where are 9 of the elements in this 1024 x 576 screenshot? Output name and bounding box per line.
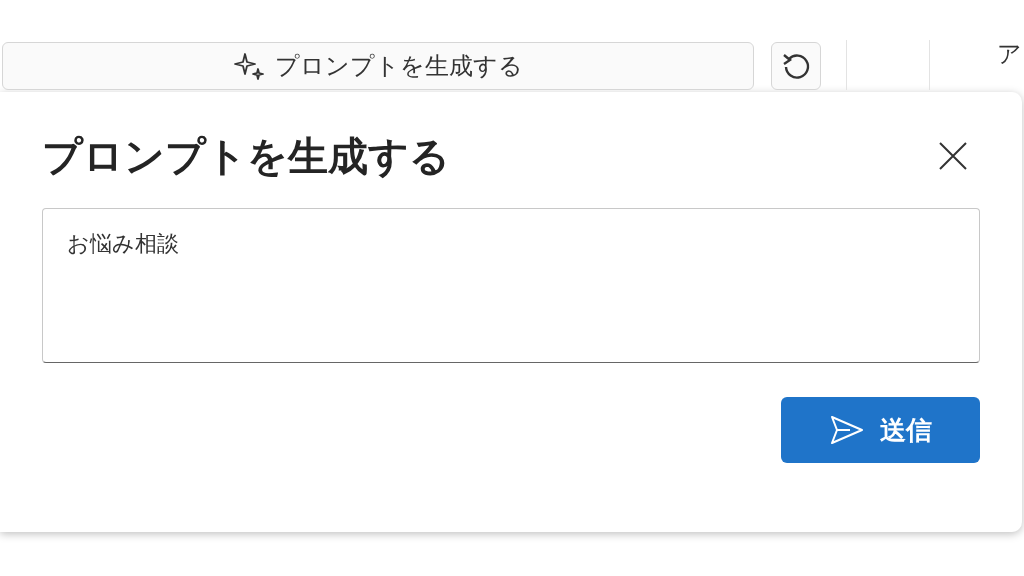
send-icon [829, 415, 864, 445]
panel-heading: ア [997, 42, 1022, 66]
generate-button[interactable]: プロンプトを生成する [2, 42, 754, 90]
close-icon [938, 141, 968, 171]
sparkle-icon [233, 52, 267, 80]
dialog-title: プロンプトを生成する [42, 132, 450, 180]
send-button[interactable]: 送信 [781, 397, 980, 463]
undo-button[interactable] [771, 42, 821, 90]
prompt-field[interactable]: お悩み相談 [42, 208, 980, 363]
